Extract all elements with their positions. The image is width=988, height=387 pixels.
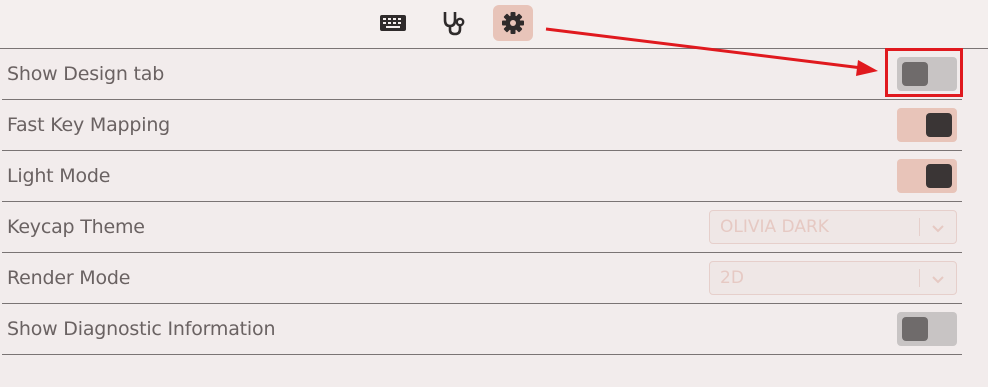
setting-row-show-diagnostic-information: Show Diagnostic Information [2,304,962,355]
select-value: 2D [720,268,744,288]
light-mode-toggle[interactable] [897,159,957,193]
setting-label: Render Mode [7,267,131,289]
toggle-knob [902,317,928,341]
setting-row-light-mode: Light Mode [2,151,962,202]
setting-row-keycap-theme: Keycap Theme OLIVIA DARK [2,202,962,253]
setting-label: Light Mode [7,165,111,187]
chevron-down-icon [932,225,944,233]
select-separator [919,269,920,287]
fast-key-mapping-toggle[interactable] [897,108,957,142]
settings-list: Show Design tab Fast Key Mapping Light M… [2,49,962,355]
show-diagnostic-information-toggle[interactable] [897,312,957,346]
settings-tab[interactable] [493,5,533,41]
top-tab-bar [0,0,988,48]
setting-label: Fast Key Mapping [7,114,171,136]
select-value: OLIVIA DARK [720,217,829,237]
render-mode-select[interactable]: 2D [709,261,957,295]
stethoscope-icon [443,12,465,36]
setting-row-render-mode: Render Mode 2D [2,253,962,304]
setting-row-fast-key-mapping: Fast Key Mapping [2,100,962,151]
keyboard-tab[interactable] [373,5,413,41]
gear-icon [502,12,524,34]
setting-label: Keycap Theme [7,216,145,238]
toggle-knob [926,113,952,137]
chevron-down-icon [932,276,944,284]
diagnostics-tab[interactable] [433,5,473,41]
toggle-knob [926,164,952,188]
setting-row-show-design-tab: Show Design tab [2,49,962,100]
setting-label: Show Diagnostic Information [7,318,276,340]
keyboard-icon [380,15,406,31]
setting-label: Show Design tab [7,63,165,85]
select-separator [919,218,920,236]
keycap-theme-select[interactable]: OLIVIA DARK [709,210,957,244]
annotation-highlight-box [885,48,963,97]
